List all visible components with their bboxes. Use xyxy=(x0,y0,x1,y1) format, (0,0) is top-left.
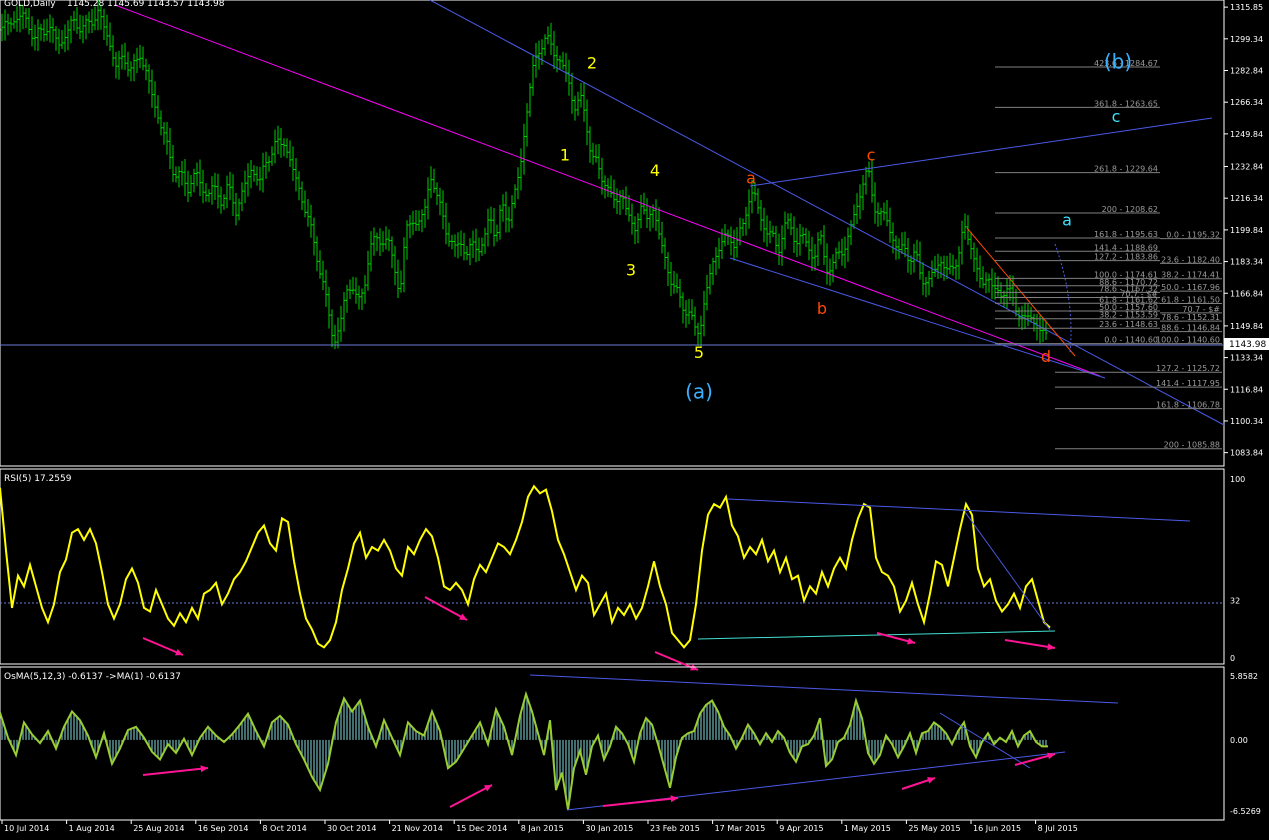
date-tick-label: 21 Nov 2014 xyxy=(392,824,443,833)
date-tick-label: 17 Mar 2015 xyxy=(715,824,766,833)
fib-level-label: 50.0 - 1167.96 xyxy=(1161,283,1220,292)
wave-label: a xyxy=(1062,211,1072,230)
date-tick-label: 15 Dec 2014 xyxy=(456,824,507,833)
wave-label: (a) xyxy=(685,380,713,404)
wave-label: 5 xyxy=(694,343,704,362)
price-tick-label: 1199.84 xyxy=(1230,226,1263,235)
fib-level-label: 200 - 1208.62 xyxy=(1102,205,1158,214)
date-tick-label: 30 Jan 2015 xyxy=(585,824,633,833)
wave-label: d xyxy=(1041,347,1051,366)
date-tick-label: 16 Sep 2014 xyxy=(198,824,249,833)
fib-level-label: 127.2 - 1125.72 xyxy=(1156,364,1220,373)
fib-level-label: 23.6 - 1148.63 xyxy=(1099,320,1158,329)
price-tick-label: 1266.34 xyxy=(1230,98,1263,107)
fib-level-label: 38.2 - 1153.59 xyxy=(1099,311,1158,320)
price-tick-label: 1232.84 xyxy=(1230,163,1263,172)
date-tick-label: 23 Feb 2015 xyxy=(650,824,700,833)
price-tick-label: 1315.85 xyxy=(1230,3,1263,12)
wave-label: 3 xyxy=(626,261,636,280)
fib-level-label: 0.0 - 1140.60 xyxy=(1104,336,1158,345)
rsi-title: RSI(5) 17.2559 xyxy=(4,474,72,484)
price-tick-label: 1183.34 xyxy=(1230,258,1263,267)
fib-level-label: 261.8 - 1229.64 xyxy=(1094,165,1158,174)
price-tick-label: 1216.34 xyxy=(1230,194,1263,203)
wave-label: 2 xyxy=(587,53,597,72)
wave-label: 4 xyxy=(650,161,660,180)
price-tick-label: 1282.84 xyxy=(1230,67,1263,76)
fib-level-label: 78.6 - 1152.31 xyxy=(1161,313,1220,322)
date-tick-label: 9 Apr 2015 xyxy=(779,824,823,833)
date-tick-label: 25 May 2015 xyxy=(908,824,960,833)
osma-title: OsMA(5,12,3) -0.6137 ->MA(1) -0.6137 xyxy=(4,672,181,682)
price-tick-label: 1166.84 xyxy=(1230,289,1263,298)
price-tick-label: 1299.34 xyxy=(1230,35,1263,44)
price-tick-label: 1100.34 xyxy=(1230,417,1263,426)
price-axis: 1315.85 1299.34 1282.84 1266.34 1249.84 1232.… xyxy=(1224,3,1263,458)
fib-level-label: 0.0 - 1195.32 xyxy=(1166,231,1220,240)
rsi-tick-label: 0 xyxy=(1230,654,1235,663)
date-tick-label: 30 Oct 2014 xyxy=(327,824,376,833)
fib-level-label: 127.2 - 1183.86 xyxy=(1094,253,1158,262)
last-price-label: 1143.98 xyxy=(1229,340,1266,350)
fib-level-label: 161.8 - 1106.78 xyxy=(1156,401,1220,410)
date-tick-label: 16 Jun 2015 xyxy=(973,824,1021,833)
fib-level-label: 61.8 - 1161.50 xyxy=(1161,296,1220,305)
fib-level-label: 141.4 - 1188.69 xyxy=(1094,243,1158,252)
fib-level-label: 100.0 - 1140.60 xyxy=(1156,336,1220,345)
date-tick-label: 1 May 2015 xyxy=(844,824,891,833)
fib-level-label: 88.6 - 1146.84 xyxy=(1161,324,1220,333)
fib-level-label: 141.4 - 1117.95 xyxy=(1156,379,1220,388)
price-tick-label: 1133.34 xyxy=(1230,354,1263,363)
osma-tick-label: -6.5269 xyxy=(1230,807,1261,816)
date-tick-label: 1 Aug 2014 xyxy=(69,824,115,833)
wave-label: c xyxy=(867,146,876,165)
last-price-badge: 1143.98 xyxy=(1224,338,1269,350)
price-tick-label: 1083.84 xyxy=(1230,449,1263,458)
wave-label: a xyxy=(746,169,756,188)
price-tick-label: 1149.84 xyxy=(1230,322,1263,331)
osma-tick-label: 0.00 xyxy=(1230,736,1248,745)
chart-title: GOLD,Daily xyxy=(4,0,56,9)
rsi-tick-label: 32 xyxy=(1230,597,1240,606)
wave-label: c xyxy=(1112,107,1121,126)
date-tick-label: 10 Jul 2014 xyxy=(4,824,49,833)
price-tick-label: 1249.84 xyxy=(1230,130,1263,139)
fib-level-label: 200 - 1085.88 xyxy=(1164,441,1220,450)
ohlc-readout: 1145.28 1145.69 1143.57 1143.98 xyxy=(67,0,225,9)
fib-level-label: 38.2 - 1174.41 xyxy=(1161,271,1220,280)
date-tick-label: 8 Jan 2015 xyxy=(521,824,564,833)
date-tick-label: 25 Aug 2014 xyxy=(133,824,184,833)
date-tick-label: 8 Oct 2014 xyxy=(262,824,306,833)
wave-label: b xyxy=(817,299,827,318)
fib-level-label: 23.6 - 1182.40 xyxy=(1161,255,1220,264)
wave-label: 1 xyxy=(560,146,570,165)
trading-chart[interactable]: 423.6 - 1284.67361.8 - 1263.65261.8 - 12… xyxy=(0,0,1269,840)
date-tick-label: 8 Jul 2015 xyxy=(1038,824,1078,833)
fib-level-label: 361.8 - 1263.65 xyxy=(1094,99,1158,108)
fib-level-label: 161.8 - 1195.63 xyxy=(1094,230,1158,239)
rsi-tick-label: 100 xyxy=(1230,475,1245,484)
price-tick-label: 1116.84 xyxy=(1230,385,1263,394)
osma-tick-label: 5.8582 xyxy=(1230,672,1258,681)
wave-label: (b) xyxy=(1104,49,1132,73)
